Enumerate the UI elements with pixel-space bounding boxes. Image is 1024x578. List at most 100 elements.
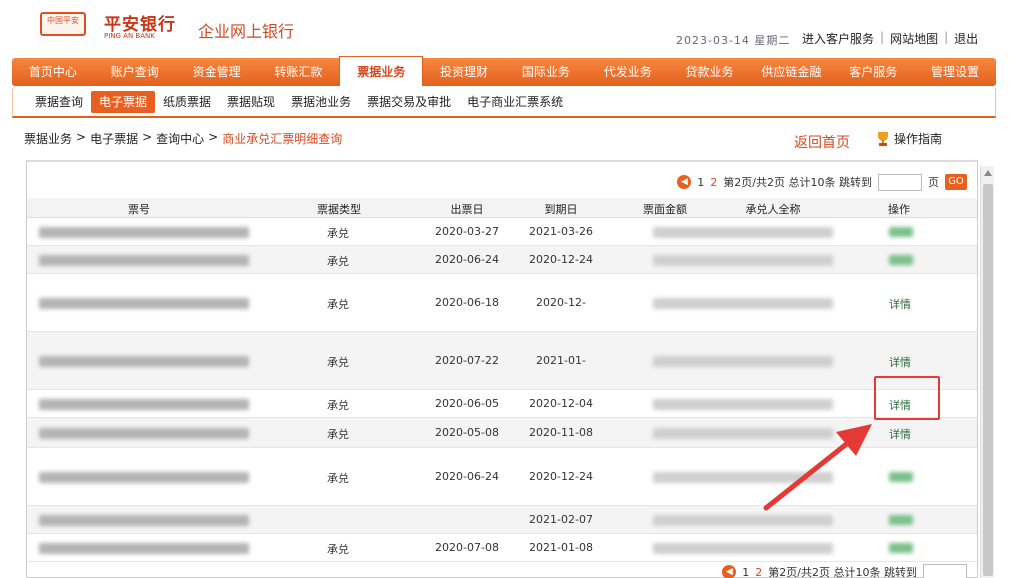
bank-logo[interactable]: 中国平安 bbox=[40, 12, 86, 36]
blurred-action bbox=[889, 255, 913, 265]
detail-link[interactable]: 详情 bbox=[889, 426, 911, 442]
issue-date-cell: 2020-07-22 bbox=[435, 354, 499, 367]
vertical-scrollbar[interactable] bbox=[980, 166, 994, 578]
prev-page-icon[interactable]: ◀ bbox=[722, 565, 737, 578]
site-map-link[interactable]: 网站地图 bbox=[890, 30, 938, 47]
help-guide-button[interactable]: 操作指南 bbox=[876, 130, 942, 147]
due-date-cell: 2020-12- bbox=[536, 296, 586, 309]
table-header: 票号 票据类型 出票日 到期日 票面金额 承兑人全称 操作 bbox=[27, 198, 977, 218]
trophy-icon bbox=[876, 131, 890, 147]
blurred-action bbox=[889, 543, 913, 553]
pager-top: ◀ 1 2 第2页/共2页 总计10条 跳转到 页 GO bbox=[677, 172, 967, 192]
blurred-amount-acceptor bbox=[653, 255, 833, 266]
main-nav-item[interactable]: 票据业务 bbox=[339, 56, 424, 86]
due-date-cell: 2020-12-24 bbox=[529, 470, 593, 483]
blurred-amount-acceptor bbox=[653, 227, 833, 238]
go-button[interactable]: GO bbox=[945, 174, 967, 190]
blurred-bill-number bbox=[39, 543, 249, 554]
due-date-cell: 2021-01- bbox=[536, 354, 586, 367]
due-date-cell: 2021-03-26 bbox=[529, 225, 593, 238]
page-jump-input[interactable] bbox=[923, 563, 967, 578]
main-nav-item[interactable]: 首页中心 bbox=[12, 58, 94, 86]
main-nav: 首页中心 账户查询 资金管理 转账汇款 票据业务 投资理财 国际业务 代发业务 贷款业务 供应链金… bbox=[12, 56, 996, 86]
blurred-amount-acceptor bbox=[653, 543, 833, 554]
table-row: 承兑 2020-07-22 2021-01- 详情 bbox=[27, 332, 977, 390]
breadcrumb-sep: > bbox=[76, 130, 87, 144]
page-link-current[interactable]: 2 bbox=[710, 176, 717, 189]
bill-type-cell: 承兑 bbox=[327, 472, 349, 485]
col-issue-date: 出票日 bbox=[450, 203, 484, 216]
main-nav-item[interactable]: 国际业务 bbox=[505, 58, 587, 86]
page-link-current[interactable]: 2 bbox=[755, 566, 762, 578]
due-date-cell: 2020-11-08 bbox=[529, 426, 593, 439]
bill-type-cell: 承兑 bbox=[327, 227, 349, 240]
col-bill-no: 票号 bbox=[128, 203, 150, 216]
sub-nav-item[interactable]: 票据池业务 bbox=[283, 91, 359, 113]
blurred-bill-number bbox=[39, 298, 249, 309]
main-nav-item[interactable]: 投资理财 bbox=[423, 58, 505, 86]
sub-nav-item[interactable]: 纸质票据 bbox=[155, 91, 219, 113]
table-row: 承兑 2020-03-27 2021-03-26 bbox=[27, 218, 977, 246]
portal-name: 企业网上银行 bbox=[198, 22, 295, 41]
page-jump-input[interactable] bbox=[878, 173, 922, 191]
enter-customer-link[interactable]: 进入客户服务 bbox=[802, 30, 874, 47]
annotation-arrow-icon bbox=[763, 424, 872, 511]
header: 中国平安 平安银行 PING AN BANK 企业网上银行 2023-03-14… bbox=[0, 0, 1024, 58]
main-nav-item[interactable]: 管理设置 bbox=[914, 58, 996, 86]
detail-link[interactable]: 详情 bbox=[889, 296, 911, 312]
blurred-bill-number bbox=[39, 356, 249, 367]
breadcrumb-item[interactable]: 查询中心 bbox=[156, 130, 204, 147]
blurred-action bbox=[889, 515, 913, 525]
sub-nav-item[interactable]: 票据查询 bbox=[27, 91, 91, 113]
logout-link[interactable]: 退出 bbox=[954, 30, 978, 47]
sub-nav-item[interactable]: 电子商业汇票系统 bbox=[459, 91, 571, 113]
page-link[interactable]: 1 bbox=[742, 566, 749, 578]
detail-link[interactable]: 详情 bbox=[889, 354, 911, 370]
main-nav-item[interactable]: 账户查询 bbox=[94, 58, 176, 86]
sub-nav-item[interactable]: 电子票据 bbox=[91, 91, 156, 113]
separator: | bbox=[944, 30, 949, 44]
main-nav-item[interactable]: 客户服务 bbox=[832, 58, 914, 86]
pager-bottom: ◀ 1 2 第2页/共2页 总计10条 跳转到 bbox=[722, 562, 967, 578]
bill-type-cell: 承兑 bbox=[327, 399, 349, 412]
table-row: 承兑 2020-07-08 2021-01-08 bbox=[27, 534, 977, 562]
due-date-cell: 2020-12-24 bbox=[529, 253, 593, 266]
main-nav-item[interactable]: 贷款业务 bbox=[669, 58, 751, 86]
sub-nav-item[interactable]: 票据交易及审批 bbox=[359, 91, 459, 113]
issue-date-cell: 2020-06-24 bbox=[435, 470, 499, 483]
issue-date-cell: 2020-06-18 bbox=[435, 296, 499, 309]
issue-date-cell: 2020-06-24 bbox=[435, 253, 499, 266]
breadcrumb: 票据业务 > 电子票据 > 查询中心 > 商业承兑汇票明细查询 bbox=[24, 130, 342, 147]
page-link[interactable]: 1 bbox=[697, 176, 704, 189]
prev-page-icon[interactable]: ◀ bbox=[677, 175, 692, 189]
sub-nav-item[interactable]: 票据贴现 bbox=[219, 91, 283, 113]
blurred-action bbox=[889, 227, 913, 237]
blurred-amount-acceptor bbox=[653, 298, 833, 309]
pager-summary: 第2页/共2页 总计10条 跳转到 bbox=[723, 176, 872, 189]
sub-nav: 票据查询 电子票据 纸质票据 票据贴现 票据池业务 票据交易及审批 电子商业汇票系统 bbox=[12, 88, 996, 118]
scroll-thumb[interactable] bbox=[983, 184, 993, 576]
issue-date-cell: 2020-06-05 bbox=[435, 397, 499, 410]
scroll-up-icon[interactable] bbox=[984, 170, 992, 176]
blurred-bill-number bbox=[39, 472, 249, 483]
top-links: 进入客户服务 | 网站地图 | 退出 bbox=[802, 30, 978, 47]
pager-summary: 第2页/共2页 总计10条 跳转到 bbox=[768, 566, 917, 578]
col-action: 操作 bbox=[888, 203, 910, 216]
breadcrumb-item[interactable]: 票据业务 bbox=[24, 130, 72, 147]
help-guide-label: 操作指南 bbox=[894, 132, 943, 146]
return-home-button[interactable]: 返回首页 bbox=[794, 132, 850, 152]
main-nav-item[interactable]: 供应链金融 bbox=[750, 58, 832, 86]
main-nav-item[interactable]: 资金管理 bbox=[176, 58, 258, 86]
separator: | bbox=[880, 30, 885, 44]
col-bill-type: 票据类型 bbox=[317, 203, 361, 216]
logo-text: 中国平安 bbox=[47, 16, 79, 25]
issue-date-cell: 2020-07-08 bbox=[435, 541, 499, 554]
due-date-cell: 2020-12-04 bbox=[529, 397, 593, 410]
breadcrumb-item[interactable]: 电子票据 bbox=[90, 130, 138, 147]
blurred-bill-number bbox=[39, 428, 249, 439]
due-date-cell: 2021-02-07 bbox=[529, 513, 593, 526]
blurred-amount-acceptor bbox=[653, 356, 833, 367]
main-nav-item[interactable]: 代发业务 bbox=[587, 58, 669, 86]
bill-type-cell: 承兑 bbox=[327, 356, 349, 369]
main-nav-item[interactable]: 转账汇款 bbox=[257, 58, 339, 86]
